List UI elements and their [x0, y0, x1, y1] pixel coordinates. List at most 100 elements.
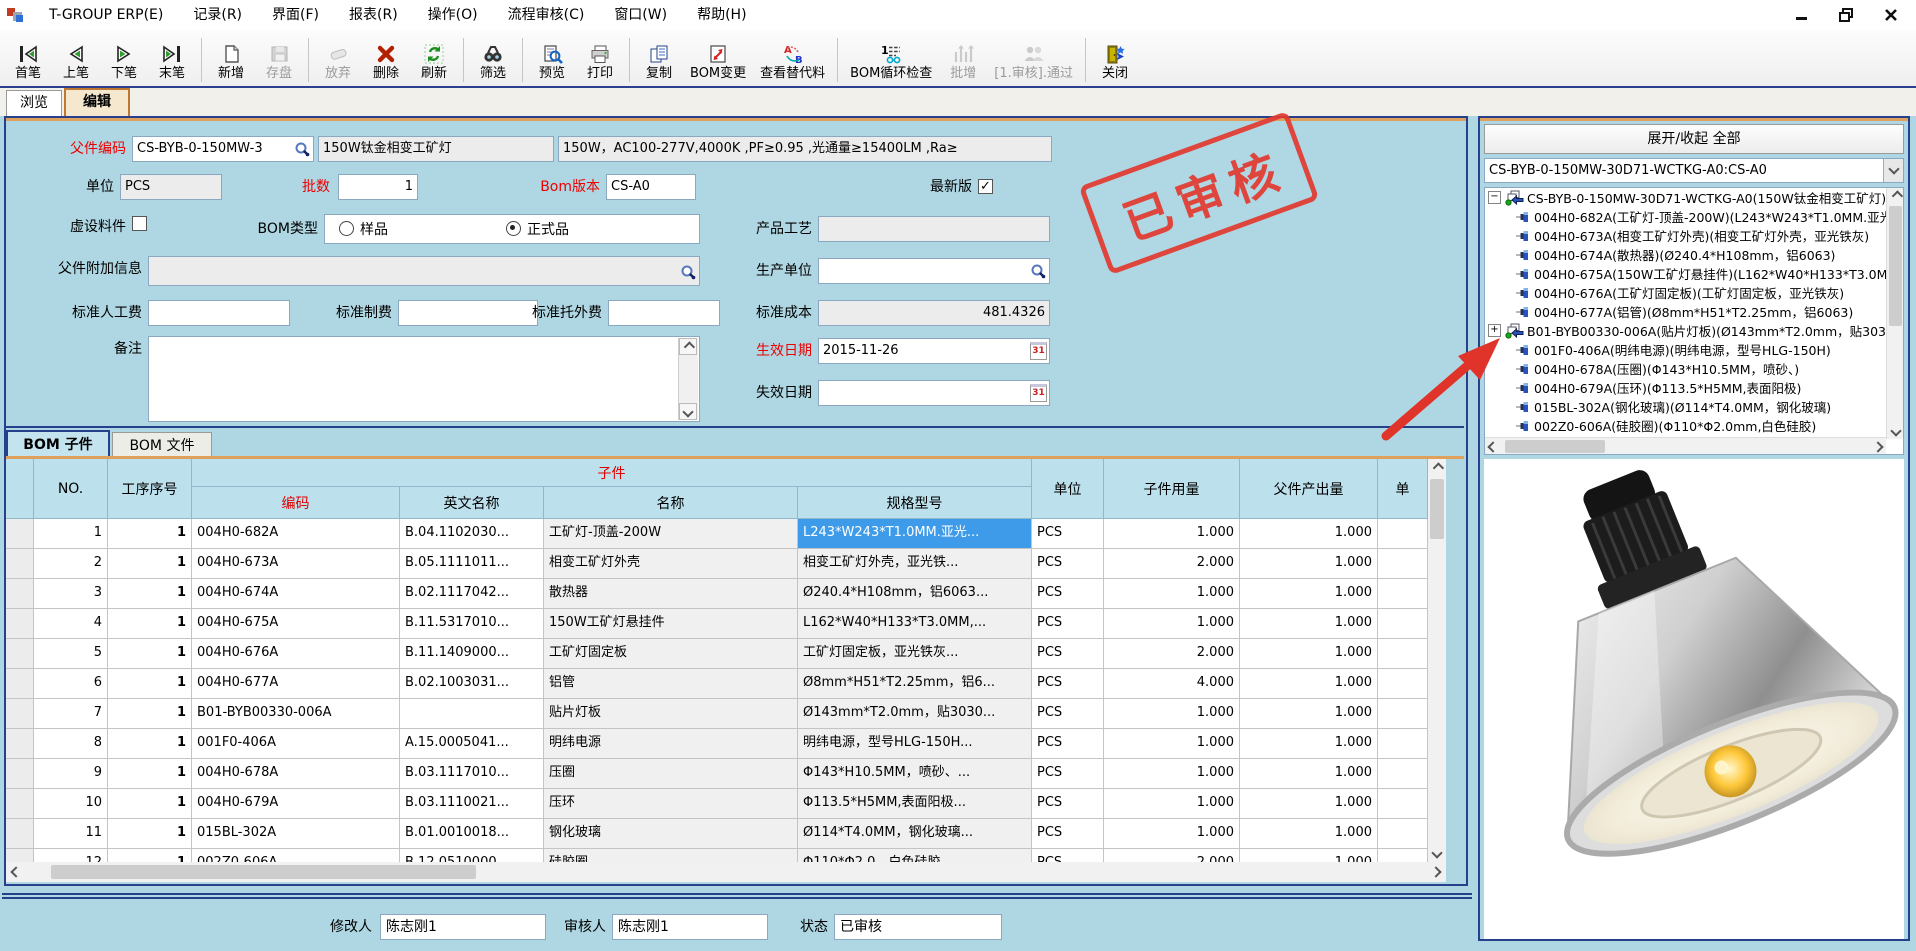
table-cell[interactable]: 2.000 [1104, 639, 1240, 669]
parent-code-field[interactable]: CS-BYB-0-150MW-3 [132, 136, 314, 162]
tree-item[interactable]: 004H0-677A(铝管)(Ø8mm*H51*T2.25mm，铝6063) [1485, 302, 1886, 321]
tree-item[interactable]: 004H0-676A(工矿灯固定板)(工矿灯固定板，亚光铁灰) [1485, 283, 1886, 302]
tree-item[interactable]: 004H0-673A(相变工矿灯外壳)(相变工矿灯外壳，亚光铁灰) [1485, 226, 1886, 245]
table-cell[interactable]: 1.000 [1104, 819, 1240, 849]
scroll-down-icon[interactable] [1428, 844, 1446, 862]
tree-vscrollbar[interactable] [1886, 188, 1903, 439]
table-cell[interactable]: 1.000 [1104, 609, 1240, 639]
table-cell[interactable]: 004H0-673A [192, 549, 400, 579]
scroll-thumb[interactable] [1505, 440, 1605, 453]
table-cell[interactable]: 1.000 [1104, 759, 1240, 789]
table-cell[interactable]: 工矿灯-顶盖-200W [544, 519, 798, 549]
table-cell[interactable]: 004H0-682A [192, 519, 400, 549]
tab-browse[interactable]: 浏览 [6, 90, 62, 116]
table-cell[interactable]: 4 [34, 609, 108, 639]
scroll-right-icon[interactable] [1870, 438, 1886, 455]
remark-textarea[interactable] [148, 336, 700, 422]
table-cell[interactable]: 1.000 [1240, 819, 1378, 849]
tree-item[interactable]: 002Z0-606A(硅胶圈)(Φ110*Φ2.0mm,白色硅胶) [1485, 416, 1886, 435]
menu-item-3[interactable]: 报表(R) [334, 0, 413, 30]
table-vscrollbar[interactable] [1428, 459, 1446, 862]
table-cell[interactable]: B.04.1102030... [400, 519, 544, 549]
table-cell[interactable] [1378, 609, 1428, 639]
table-cell[interactable]: 1.000 [1240, 639, 1378, 669]
tree-item[interactable]: 004H0-682A(工矿灯-顶盖-200W)(L243*W243*T1.0MM… [1485, 207, 1886, 226]
table-cell[interactable] [1378, 579, 1428, 609]
table-cell[interactable]: 004H0-677A [192, 669, 400, 699]
table-cell[interactable]: 1.000 [1240, 699, 1378, 729]
table-cell[interactable]: 散热器 [544, 579, 798, 609]
menu-item-0[interactable]: T-GROUP ERP(E) [34, 0, 178, 30]
restore-button[interactable] [1839, 8, 1854, 22]
table-cell[interactable]: 2.000 [1104, 549, 1240, 579]
table-cell[interactable]: Ø8mm*H51*T2.25mm，铝6... [798, 669, 1032, 699]
table-cell[interactable] [6, 759, 34, 789]
scroll-thumb[interactable] [1430, 479, 1444, 539]
table-cell[interactable]: 1.000 [1240, 549, 1378, 579]
table-cell[interactable]: 压圈 [544, 759, 798, 789]
column-header-NO.[interactable]: NO. [34, 459, 108, 519]
table-cell[interactable]: 004H0-678A [192, 759, 400, 789]
table-cell[interactable]: B.05.1111011... [400, 549, 544, 579]
toolbar-button-筛选[interactable]: 筛选 [470, 39, 516, 84]
table-cell[interactable]: 相变工矿灯外壳，亚光铁... [798, 549, 1032, 579]
tree-item[interactable]: 004H0-678A(压圈)(Φ143*H10.5MM，喷砂、) [1485, 359, 1886, 378]
table-cell[interactable]: B01-BYB00330-006A [192, 699, 400, 729]
remark-scrollbar[interactable] [678, 338, 698, 420]
table-cell[interactable]: 004H0-679A [192, 789, 400, 819]
table-cell[interactable]: PCS [1032, 609, 1104, 639]
table-cell[interactable]: 1.000 [1240, 759, 1378, 789]
toolbar-button-删除[interactable]: 删除 [363, 39, 409, 84]
table-cell[interactable]: 1.000 [1240, 789, 1378, 819]
table-cell[interactable]: 1 [108, 729, 192, 759]
table-cell[interactable]: 1 [108, 819, 192, 849]
table-cell[interactable]: 明纬电源 [544, 729, 798, 759]
table-cell[interactable] [1378, 699, 1428, 729]
table-cell[interactable] [6, 609, 34, 639]
table-cell[interactable]: 015BL-302A [192, 819, 400, 849]
table-cell[interactable]: B.02.1003031... [400, 669, 544, 699]
table-cell[interactable]: 1 [108, 579, 192, 609]
tree-item[interactable]: 001F0-406A(明纬电源)(明纬电源，型号HLG-150H) [1485, 340, 1886, 359]
column-header-工序序号[interactable]: 工序序号 [108, 459, 192, 519]
menu-item-5[interactable]: 流程审核(C) [493, 0, 600, 30]
table-cell[interactable] [6, 639, 34, 669]
table-cell[interactable] [1378, 819, 1428, 849]
table-cell[interactable]: B.03.1117010... [400, 759, 544, 789]
table-cell[interactable]: 明纬电源，型号HLG-150H... [798, 729, 1032, 759]
bom-version-field[interactable]: CS-A0 [606, 174, 696, 200]
auditor-field[interactable]: 陈志刚1 [612, 914, 768, 940]
table-cell[interactable] [6, 789, 34, 819]
table-cell[interactable]: B.03.1110021... [400, 789, 544, 819]
column-header-规格型号[interactable]: 规格型号 [798, 487, 1032, 519]
latest-version-checkbox[interactable]: ✓ [978, 179, 993, 194]
table-cell[interactable]: 1.000 [1104, 729, 1240, 759]
table-cell[interactable]: 2 [34, 549, 108, 579]
table-cell[interactable]: 1 [34, 519, 108, 549]
virtual-part-checkbox[interactable] [132, 216, 147, 231]
scroll-up-icon[interactable] [1887, 188, 1904, 204]
tree-item[interactable]: −CS-BYB-0-150MW-30D71-WCTKG-A0(150W钛金相变工… [1485, 188, 1886, 207]
table-cell[interactable]: 001F0-406A [192, 729, 400, 759]
collapse-icon[interactable]: − [1488, 191, 1501, 204]
table-cell[interactable]: 1.000 [1240, 849, 1378, 862]
table-cell[interactable]: 1 [108, 849, 192, 862]
table-cell[interactable]: 1.000 [1240, 579, 1378, 609]
table-cell[interactable]: 004H0-674A [192, 579, 400, 609]
table-cell[interactable] [6, 549, 34, 579]
scroll-up-icon[interactable] [679, 338, 697, 355]
menu-item-1[interactable]: 记录(R) [178, 0, 257, 30]
toolbar-button-查看替代料[interactable]: AB查看替代料 [754, 39, 831, 84]
scroll-down-icon[interactable] [1887, 423, 1904, 439]
toolbar-button-首笔[interactable]: 首笔 [5, 39, 51, 84]
tree-item[interactable]: 004H0-675A(150W工矿灯悬挂件)(L162*W40*H133*T3.… [1485, 264, 1886, 283]
table-cell[interactable] [6, 729, 34, 759]
table-cell[interactable] [1378, 669, 1428, 699]
toolbar-button-BOM循环检查[interactable]: 1BOM循环检查 [844, 39, 938, 84]
table-cell[interactable]: Φ113.5*H5MM,表面阳极... [798, 789, 1032, 819]
table-cell[interactable]: 贴片灯板 [544, 699, 798, 729]
scroll-down-icon[interactable] [679, 403, 697, 420]
prod-unit-field[interactable] [818, 258, 1050, 284]
table-cell[interactable] [6, 699, 34, 729]
table-cell[interactable]: 1.000 [1104, 699, 1240, 729]
